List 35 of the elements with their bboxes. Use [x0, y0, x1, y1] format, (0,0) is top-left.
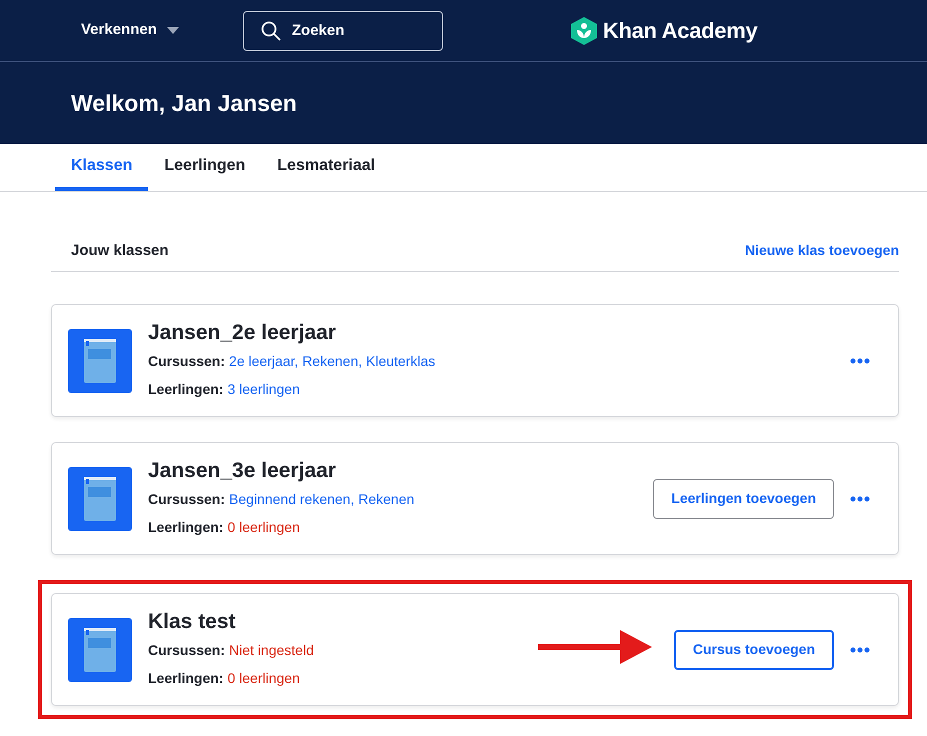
field-link[interactable]: 0 leerlingen [227, 664, 300, 692]
section-title: Jouw klassen [71, 241, 169, 261]
field-link[interactable]: 2e leerjaar, Rekenen, Kleuterklas [229, 346, 436, 374]
class-name: Klas test [148, 608, 237, 634]
more-icon[interactable] [850, 358, 870, 364]
field-link[interactable]: Niet ingesteld [229, 636, 314, 664]
field-label: Leerlingen: [148, 380, 224, 399]
logo-text[interactable]: Khan Academy [602, 14, 758, 47]
explore-menu[interactable]: Verkennen [81, 19, 179, 42]
logo-icon [570, 16, 597, 44]
book-icon [68, 466, 132, 530]
tab[interactable]: Klassen [55, 144, 148, 191]
field-label: Leerlingen: [148, 518, 224, 537]
field-label: Cursussen: [148, 640, 226, 660]
more-icon[interactable] [850, 646, 870, 652]
search-icon [260, 20, 281, 40]
search-field[interactable]: Zoeken [242, 10, 443, 50]
field-label: Cursussen: [148, 352, 226, 370]
welcome-title: Welkom, Jan Jansen [71, 88, 297, 118]
field-link[interactable]: 3 leerlingen [227, 374, 300, 402]
tab[interactable]: Lesmateriaal [261, 144, 392, 191]
book-icon [68, 328, 132, 392]
add-class-link[interactable]: Nieuwe klas toevoegen [744, 240, 899, 261]
more-icon[interactable] [850, 496, 870, 502]
book-icon [68, 618, 132, 682]
action-button[interactable]: Cursus toevoegen [674, 630, 834, 670]
caret-icon [166, 27, 179, 34]
tab[interactable]: Leerlingen [148, 144, 262, 191]
field-label: Leerlingen: [148, 668, 224, 688]
class-name: Jansen_3e leerjaar [148, 458, 337, 484]
class-name: Jansen_2e leerjaar [148, 320, 337, 346]
field-link[interactable]: 0 leerlingen [227, 512, 300, 540]
field-label: Cursussen: [148, 490, 226, 508]
action-button[interactable]: Leerlingen toevoegen [653, 478, 834, 518]
field-link[interactable]: Beginnend rekenen, Rekenen [229, 484, 414, 512]
